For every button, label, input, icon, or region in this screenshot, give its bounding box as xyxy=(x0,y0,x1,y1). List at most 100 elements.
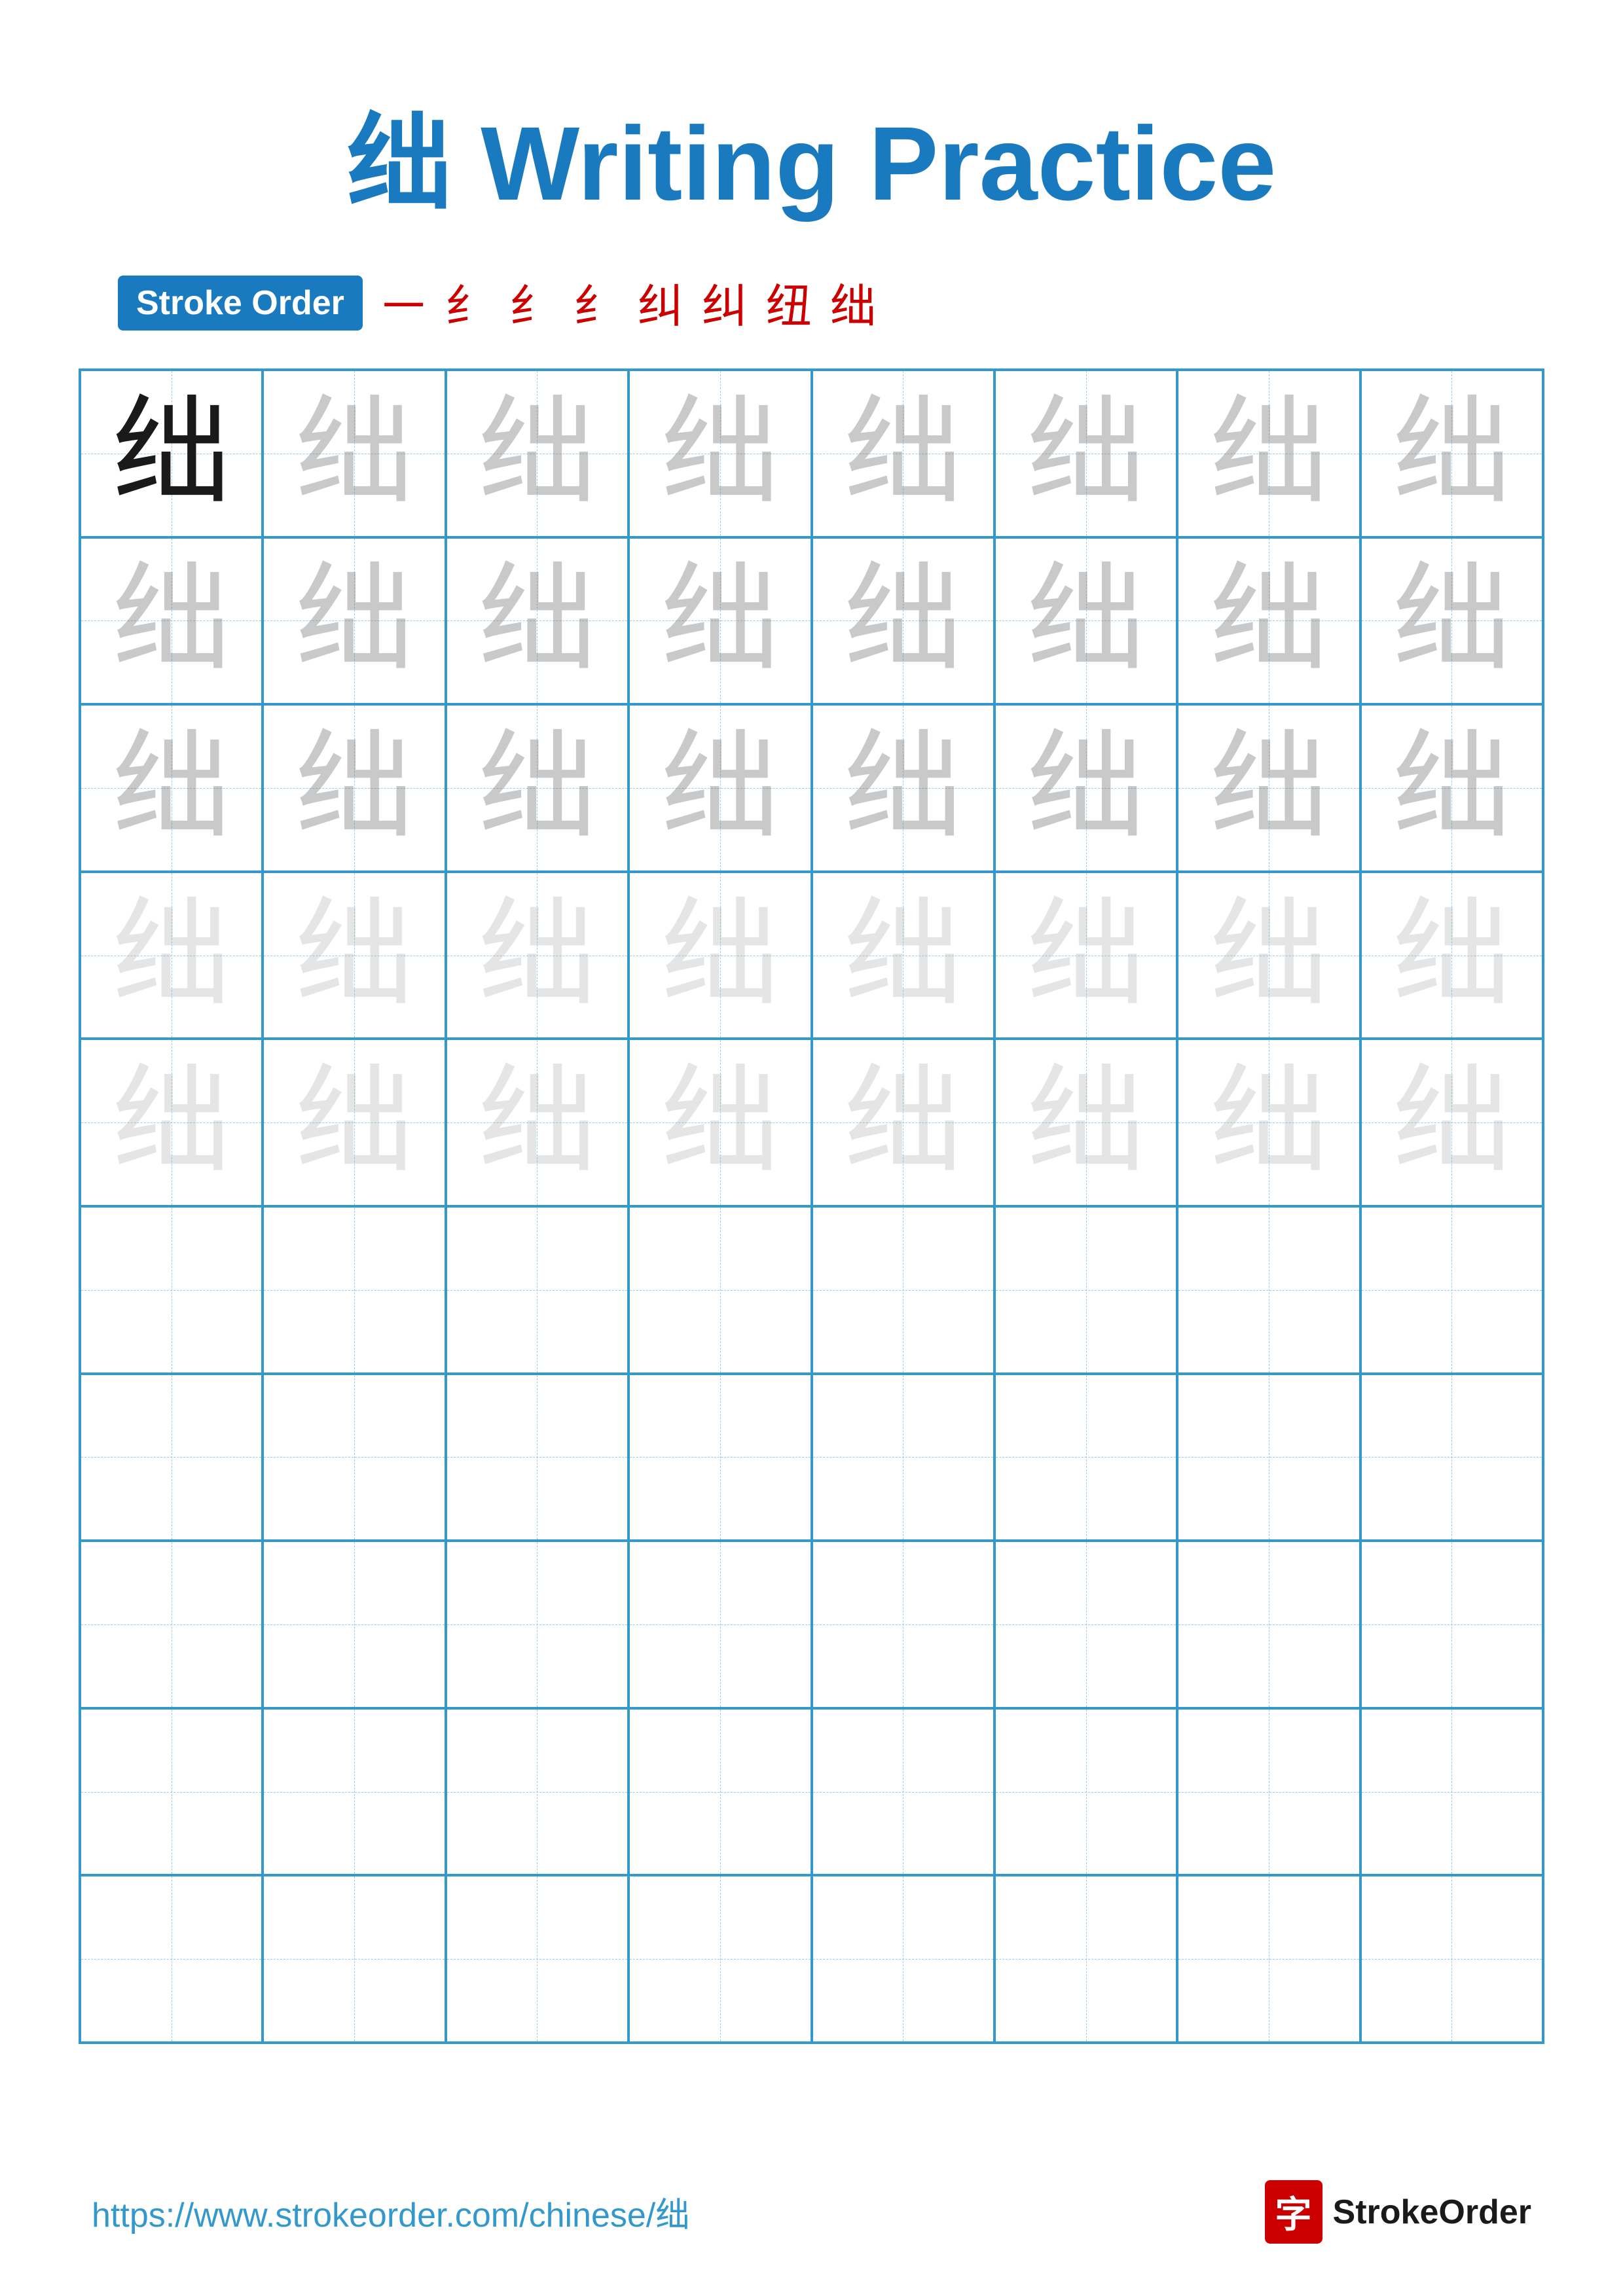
grid-cell xyxy=(629,1875,811,2043)
grid-cell: 绌 xyxy=(1360,370,1543,537)
grid-cell xyxy=(994,1708,1177,1876)
grid-cell xyxy=(80,1708,263,1876)
stroke-step-1: ㇐ xyxy=(381,270,427,336)
grid-cell: 绌 xyxy=(812,1039,994,1206)
grid-cell: 绌 xyxy=(446,1039,629,1206)
grid-cell xyxy=(80,1541,263,1708)
grid-cell: 绌 xyxy=(994,537,1177,705)
grid-cell xyxy=(629,1206,811,1374)
grid-cell xyxy=(1177,1708,1360,1876)
grid-cell xyxy=(812,1541,994,1708)
grid-cell xyxy=(1177,1541,1360,1708)
grid-cell xyxy=(994,1875,1177,2043)
grid-cell xyxy=(1177,1374,1360,1541)
title-char: 绌 xyxy=(347,105,452,222)
grid-cell xyxy=(446,1206,629,1374)
grid-cell: 绌 xyxy=(1177,537,1360,705)
grid-cell xyxy=(263,1708,445,1876)
grid-cell: 绌 xyxy=(80,370,263,537)
grid-cell: 绌 xyxy=(263,704,445,872)
grid-cell xyxy=(994,1374,1177,1541)
stroke-step-4: 纟 xyxy=(574,270,619,336)
grid-cell xyxy=(629,1541,811,1708)
stroke-step-3: 纟 xyxy=(509,270,555,336)
page-title: 绌 Writing Practice xyxy=(347,79,1277,230)
grid-cell xyxy=(1177,1206,1360,1374)
grid-cell: 绌 xyxy=(263,537,445,705)
grid-cell xyxy=(629,1708,811,1876)
grid-cell: 绌 xyxy=(263,1039,445,1206)
grid-cell: 绌 xyxy=(263,872,445,1039)
grid-cell xyxy=(994,1541,1177,1708)
grid-cell xyxy=(446,1875,629,2043)
grid-cell: 绌 xyxy=(994,370,1177,537)
grid-cell xyxy=(446,1541,629,1708)
footer-url: https://www.strokeorder.com/chinese/绌 xyxy=(92,2187,689,2236)
grid-cell: 绌 xyxy=(812,537,994,705)
grid-cell xyxy=(1360,1374,1543,1541)
grid-cell: 绌 xyxy=(1177,1039,1360,1206)
practice-grid: 绌绌绌绌绌绌绌绌绌绌绌绌绌绌绌绌绌绌绌绌绌绌绌绌绌绌绌绌绌绌绌绌绌绌绌绌绌绌绌绌 xyxy=(79,368,1544,2044)
footer-logo-text: StrokeOrder xyxy=(1333,2193,1531,2232)
stroke-step-7: 纽 xyxy=(766,270,812,336)
grid-cell: 绌 xyxy=(1360,872,1543,1039)
grid-cell: 绌 xyxy=(1360,1039,1543,1206)
grid-cell: 绌 xyxy=(446,370,629,537)
grid-cell: 绌 xyxy=(812,872,994,1039)
grid-cell xyxy=(446,1374,629,1541)
grid-cell xyxy=(812,1875,994,2043)
grid-cell: 绌 xyxy=(629,537,811,705)
footer-logo: 字 StrokeOrder xyxy=(1265,2180,1531,2244)
grid-cell xyxy=(994,1206,1177,1374)
stroke-order-row: Stroke Order ㇐ 纟 纟 纟 纠 纠 纽 绌 xyxy=(118,270,876,336)
grid-cell: 绌 xyxy=(629,872,811,1039)
stroke-step-8: 绌 xyxy=(830,270,876,336)
grid-cell xyxy=(629,1374,811,1541)
grid-cell xyxy=(263,1206,445,1374)
grid-cell: 绌 xyxy=(994,1039,1177,1206)
grid-cell xyxy=(263,1541,445,1708)
grid-cell xyxy=(80,1875,263,2043)
grid-cell: 绌 xyxy=(812,370,994,537)
grid-cell xyxy=(812,1708,994,1876)
page: 绌 Writing Practice Stroke Order ㇐ 纟 纟 纟 … xyxy=(0,0,1623,2296)
grid-cell xyxy=(1360,1541,1543,1708)
stroke-step-2: 纟 xyxy=(445,270,491,336)
grid-cell: 绌 xyxy=(80,872,263,1039)
grid-cell: 绌 xyxy=(80,1039,263,1206)
grid-cell xyxy=(1360,1206,1543,1374)
footer: https://www.strokeorder.com/chinese/绌 字 … xyxy=(0,2180,1623,2244)
grid-cell: 绌 xyxy=(1177,370,1360,537)
stroke-order-badge: Stroke Order xyxy=(118,276,363,331)
grid-cell: 绌 xyxy=(446,872,629,1039)
grid-cell: 绌 xyxy=(446,704,629,872)
grid-cell xyxy=(812,1206,994,1374)
grid-cell: 绌 xyxy=(994,704,1177,872)
grid-cell: 绌 xyxy=(1360,704,1543,872)
grid-cell: 绌 xyxy=(80,704,263,872)
grid-cell: 绌 xyxy=(629,704,811,872)
grid-cell xyxy=(812,1374,994,1541)
grid-cell: 绌 xyxy=(1360,537,1543,705)
grid-cell xyxy=(1177,1875,1360,2043)
grid-cell: 绌 xyxy=(263,370,445,537)
grid-cell xyxy=(1360,1708,1543,1876)
grid-cell: 绌 xyxy=(629,370,811,537)
grid-cell xyxy=(1360,1875,1543,2043)
grid-cell: 绌 xyxy=(1177,872,1360,1039)
stroke-step-5: 纠 xyxy=(638,270,684,336)
grid-cell: 绌 xyxy=(446,537,629,705)
footer-logo-icon: 字 xyxy=(1265,2180,1322,2244)
title-suffix: Writing Practice xyxy=(452,105,1277,222)
grid-cell: 绌 xyxy=(80,537,263,705)
grid-cell: 绌 xyxy=(629,1039,811,1206)
stroke-step-6: 纠 xyxy=(702,270,748,336)
grid-cell xyxy=(80,1206,263,1374)
grid-cell xyxy=(263,1374,445,1541)
grid-cell: 绌 xyxy=(1177,704,1360,872)
grid-cell: 绌 xyxy=(994,872,1177,1039)
grid-cell: 绌 xyxy=(812,704,994,872)
grid-cell xyxy=(263,1875,445,2043)
grid-cell xyxy=(446,1708,629,1876)
grid-cell xyxy=(80,1374,263,1541)
